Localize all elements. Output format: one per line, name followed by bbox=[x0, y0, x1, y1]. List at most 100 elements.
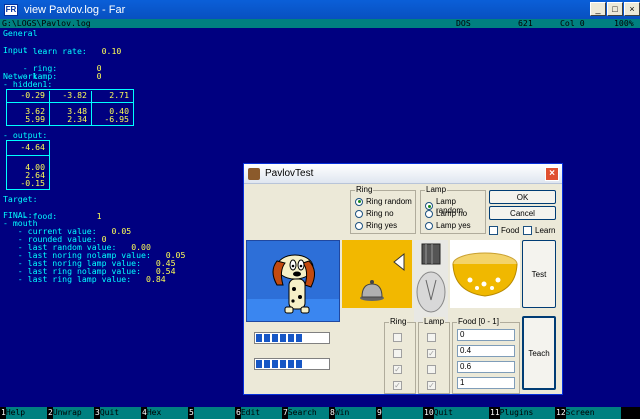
fkey-9[interactable]: 9 bbox=[376, 407, 423, 419]
dog-picture bbox=[246, 240, 340, 322]
ring-check-4: ✓ bbox=[393, 381, 402, 390]
pavlov-test-dialog: PavlovTest × Ring Ring random Ring no Ri… bbox=[243, 163, 563, 395]
lamp-group: Lamp Lamp random Lamp no Lamp yes bbox=[420, 185, 486, 234]
close-button[interactable]: × bbox=[624, 2, 640, 16]
food-checkbox[interactable]: Food bbox=[489, 226, 519, 235]
cancel-button[interactable]: Cancel bbox=[489, 206, 556, 220]
progress-segment bbox=[256, 334, 262, 342]
output-cell: -4.64 bbox=[20, 142, 45, 152]
fkey-8[interactable]: 8 Win bbox=[329, 407, 376, 419]
dog-illustration bbox=[247, 254, 339, 321]
progress-segment bbox=[256, 360, 262, 368]
ring-lamp-label: - last ring lamp value: bbox=[17, 274, 132, 284]
food-column-label: Food [0 - 1] bbox=[457, 317, 500, 326]
hidden-label: - hidden1: bbox=[3, 79, 53, 89]
progress-segment bbox=[264, 360, 270, 368]
output-progress-bar bbox=[254, 332, 330, 344]
dialog-title: PavlovTest bbox=[265, 168, 314, 179]
food-bowl-icon bbox=[452, 252, 518, 297]
ring-check-3: ✓ bbox=[393, 365, 402, 374]
lightbulb-icon bbox=[416, 243, 446, 313]
learn-checkbox[interactable]: Learn bbox=[523, 226, 555, 235]
bell-icon bbox=[360, 252, 405, 301]
progress-segment bbox=[280, 360, 286, 368]
fkey-1[interactable]: 1 Help bbox=[0, 407, 47, 419]
food-value: 1 bbox=[96, 210, 102, 221]
function-key-bar: 1 Help 2 Unwrap 3 Quit 4 Hex 5 6 Edit 7 Search 8 Win 9 1… bbox=[0, 407, 640, 419]
food-column-group: Food [0 - 1] 0 0.4 0.6 1 bbox=[452, 317, 520, 394]
ring-random-radio[interactable]: Ring random bbox=[355, 197, 412, 206]
output-label: - output: bbox=[3, 130, 48, 140]
food-input-1[interactable]: 0 bbox=[457, 329, 515, 341]
fkey-5[interactable]: 5 bbox=[188, 407, 235, 419]
radio-dot bbox=[355, 221, 363, 230]
hidden-matrix: -0.29 -3.82 2.71 3.62 3.48 0.40 5.99 2.3… bbox=[6, 89, 134, 126]
output-matrix: -4.64 4.00 2.64 -0.15 bbox=[6, 140, 50, 190]
fkey-10[interactable]: 10 Quit bbox=[423, 407, 489, 419]
fkey-6[interactable]: 6 Edit bbox=[235, 407, 282, 419]
hidden-cell: -6.95 bbox=[104, 114, 129, 124]
fkey-7[interactable]: 7 Search bbox=[282, 407, 329, 419]
test-button[interactable]: Test bbox=[522, 240, 556, 308]
lamp-check-3 bbox=[427, 365, 436, 374]
hidden-cell: -0.29 bbox=[20, 90, 45, 100]
progress-segment bbox=[288, 334, 294, 342]
progress-segment bbox=[296, 334, 302, 342]
dialog-close-button[interactable]: × bbox=[545, 167, 559, 181]
checkbox-box bbox=[489, 226, 498, 235]
lamp-check-1 bbox=[427, 333, 436, 342]
radio-dot bbox=[355, 197, 363, 206]
ring-check-2 bbox=[393, 349, 402, 358]
fkey-12[interactable]: 12 Screen bbox=[555, 407, 621, 419]
ring-column-group: Ring ✓ ✓ bbox=[384, 317, 416, 394]
viewer-status-bar: G:\LOGS\Pavlov.log DOS 621 Col 0 100% bbox=[0, 19, 640, 28]
teach-button[interactable]: Teach bbox=[522, 316, 556, 390]
lamp-column-label: Lamp bbox=[423, 317, 446, 326]
ring-check-1 bbox=[393, 333, 402, 342]
fkey-label: Unwrap bbox=[52, 407, 94, 419]
fkey-label: Screen bbox=[565, 407, 621, 419]
fkey-label: Edit bbox=[240, 407, 282, 419]
checkbox-label: Learn bbox=[535, 226, 556, 235]
progress-segment bbox=[280, 334, 286, 342]
radio-label: Lamp yes bbox=[436, 221, 471, 230]
lamp-column-group: Lamp ✓ ✓ bbox=[418, 317, 450, 394]
section-input: Input bbox=[3, 45, 28, 55]
lamp-yes-radio[interactable]: Lamp yes bbox=[425, 221, 471, 230]
fkey-4[interactable]: 4 Hex bbox=[141, 407, 188, 419]
checkbox-box bbox=[523, 226, 532, 235]
fkey-11[interactable]: 11 Plugins bbox=[489, 407, 555, 419]
food-input-2[interactable]: 0.4 bbox=[457, 345, 515, 357]
file-size: 621 bbox=[518, 19, 533, 28]
ring-yes-radio[interactable]: Ring yes bbox=[355, 221, 397, 230]
lamp-check-2: ✓ bbox=[427, 349, 436, 358]
food-input-3[interactable]: 0.6 bbox=[457, 361, 515, 373]
fkey-number: 10 bbox=[424, 408, 434, 417]
progress-segment bbox=[296, 360, 302, 368]
learn-rate-value: 0.10 bbox=[101, 45, 122, 56]
progress-segment bbox=[272, 360, 278, 368]
minimize-button[interactable]: _ bbox=[590, 2, 606, 16]
current-value: 0.05 bbox=[111, 226, 132, 236]
ring-group: Ring Ring random Ring no Ring yes bbox=[350, 185, 416, 234]
matrix-divider bbox=[7, 102, 133, 103]
ring-column-label: Ring bbox=[389, 317, 408, 326]
fkey-label: Hex bbox=[146, 407, 188, 419]
fkey-label: Win bbox=[334, 407, 376, 419]
column-indicator: Col 0 bbox=[560, 19, 585, 28]
maximize-button[interactable]: □ bbox=[607, 2, 623, 16]
ring-group-label: Ring bbox=[355, 185, 374, 194]
fkey-3[interactable]: 3 Quit bbox=[94, 407, 141, 419]
fkey-label bbox=[193, 407, 235, 419]
radio-label: Lamp no bbox=[436, 209, 468, 218]
ring-no-radio[interactable]: Ring no bbox=[355, 209, 394, 218]
scroll-percent: 100% bbox=[614, 19, 634, 28]
ok-button[interactable]: OK bbox=[489, 190, 556, 204]
radio-dot bbox=[355, 209, 363, 218]
lamp-no-radio[interactable]: Lamp no bbox=[425, 209, 467, 218]
radio-label: Ring yes bbox=[366, 221, 398, 230]
lamp-group-label: Lamp bbox=[425, 185, 448, 194]
fkey-2[interactable]: 2 Unwrap bbox=[47, 407, 94, 419]
target-progress-bar bbox=[254, 358, 330, 370]
food-input-4[interactable]: 1 bbox=[457, 377, 515, 389]
